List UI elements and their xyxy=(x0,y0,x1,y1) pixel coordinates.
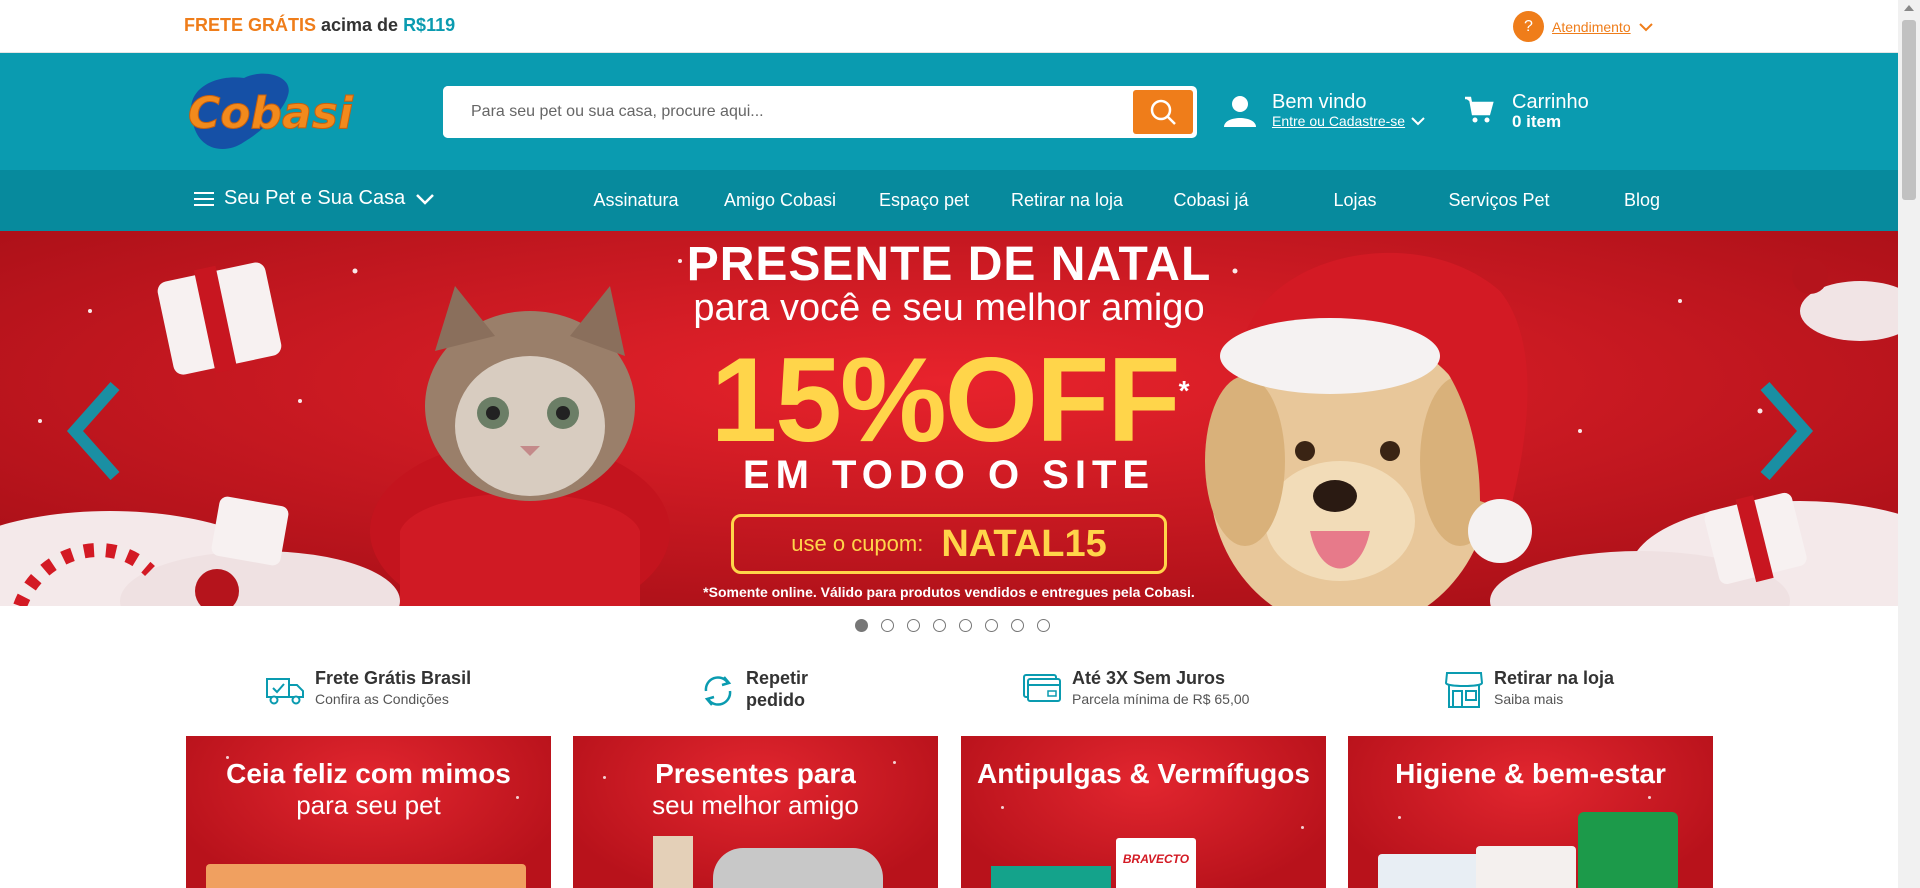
user-account[interactable]: Bem vindo Entre ou Cadastre-se xyxy=(1222,91,1425,129)
cart-title: Carrinho xyxy=(1512,91,1589,113)
carousel-dot-7[interactable] xyxy=(1011,619,1024,632)
scroll-up-icon[interactable] xyxy=(1904,5,1914,11)
chevron-down-icon xyxy=(416,193,435,205)
benefit-store-pickup[interactable]: Retirar na loja Saiba mais xyxy=(1444,667,1614,709)
product-image xyxy=(206,864,526,888)
search-bar xyxy=(443,86,1197,138)
login-link[interactable]: Entre ou Cadastre-se xyxy=(1272,113,1405,129)
product-image xyxy=(1476,846,1576,888)
nav-item-blog[interactable]: Blog xyxy=(1624,190,1660,211)
main-nav: Seu Pet e Sua Casa Assinatura Amigo Coba… xyxy=(0,170,1898,231)
product-image xyxy=(653,836,693,888)
carousel-dot-5[interactable] xyxy=(959,619,972,632)
card-title: Ceia feliz com mimos xyxy=(226,758,511,789)
help-icon: ? xyxy=(1513,11,1544,42)
cart-icon xyxy=(1465,96,1494,123)
carousel-dot-2[interactable] xyxy=(881,619,894,632)
menu-icon xyxy=(194,191,214,206)
hero-banner[interactable]: PRESENTE DE NATAL para você e seu melhor… xyxy=(0,231,1898,606)
banner-scope: EM TODO O SITE xyxy=(742,453,1156,497)
carousel-next-arrow-icon[interactable] xyxy=(1755,381,1815,481)
pet-bed-image xyxy=(713,848,883,888)
scrollbar-thumb[interactable] xyxy=(1902,20,1916,200)
benefit-title: Até 3X Sem Juros xyxy=(1072,668,1226,688)
support-link[interactable]: ? Atendimento xyxy=(1513,11,1653,42)
cobasi-logo[interactable]: Cobasi xyxy=(184,70,358,155)
benefit-repeat-order[interactable]: Repetir pedido xyxy=(700,667,808,711)
carousel-dot-8[interactable] xyxy=(1037,619,1050,632)
nav-item-espaco-pet[interactable]: Espaço pet xyxy=(879,190,969,211)
carousel-dot-6[interactable] xyxy=(985,619,998,632)
banner-title: PRESENTE DE NATAL xyxy=(686,238,1212,291)
nav-item-servicos-pet[interactable]: Serviços Pet xyxy=(1448,190,1549,211)
truck-icon xyxy=(266,678,304,705)
benefit-subtitle: Parcela mínima de R$ 65,00 xyxy=(1072,691,1250,707)
logo-text: Cobasi xyxy=(188,88,354,139)
banner-discount: 15%OFF* xyxy=(710,326,1190,467)
benefit-subtitle: Saiba mais xyxy=(1494,691,1564,707)
nav-item-retirar-na-loja[interactable]: Retirar na loja xyxy=(1011,190,1123,211)
chevron-down-icon xyxy=(1638,22,1653,31)
category-card-ceia[interactable]: Ceia feliz com mimos para seu pet xyxy=(186,736,551,888)
cart-count: 0 item xyxy=(1512,112,1562,131)
promo-free-shipping: FRETE GRÁTIS xyxy=(184,15,317,35)
benefit-title: Frete Grátis Brasil xyxy=(315,668,472,688)
nav-item-amigo-cobasi[interactable]: Amigo Cobasi xyxy=(724,190,836,211)
benefit-subtitle: pedido xyxy=(746,690,805,710)
benefit-title: Repetir xyxy=(746,668,809,688)
banner-asterisk: * xyxy=(1178,375,1190,406)
search-button[interactable] xyxy=(1133,90,1193,134)
page-scrollbar[interactable] xyxy=(1898,0,1920,888)
credit-card-icon xyxy=(1023,674,1061,702)
banner-discount-text: 15%OFF xyxy=(710,333,1180,467)
benefit-title: Retirar na loja xyxy=(1494,668,1615,688)
card-subtitle: seu melhor amigo xyxy=(652,790,859,820)
benefit-subtitle: Confira as Condições xyxy=(315,691,449,707)
product-image xyxy=(991,866,1111,888)
support-label[interactable]: Atendimento xyxy=(1552,19,1631,35)
carousel-dot-4[interactable] xyxy=(933,619,946,632)
benefit-free-shipping[interactable]: Frete Grátis Brasil Confira as Condições xyxy=(265,667,471,709)
coupon-label: use o cupom: xyxy=(791,531,924,556)
search-input[interactable] xyxy=(443,86,1133,138)
category-menu-label: Seu Pet e Sua Casa xyxy=(224,187,406,209)
banner-subtitle: para você e seu melhor amigo xyxy=(693,287,1205,329)
user-icon xyxy=(1224,96,1256,127)
category-card-higiene[interactable]: Higiene & bem-estar xyxy=(1348,736,1713,888)
product-image: BRAVECTO xyxy=(1116,838,1196,888)
coupon-code: NATAL15 xyxy=(941,522,1107,565)
category-menu[interactable]: Seu Pet e Sua Casa xyxy=(194,187,435,210)
header: Cobasi Bem vindo Entre ou Cadastre-se Ca… xyxy=(0,53,1898,170)
carousel-dots xyxy=(855,619,1050,632)
card-title: Antipulgas & Vermífugos xyxy=(977,758,1310,789)
card-title: Higiene & bem-estar xyxy=(1395,758,1666,789)
top-bar: FRETE GRÁTIS acima de R$119 ? Atendiment… xyxy=(0,0,1898,53)
nav-item-cobasi-ja[interactable]: Cobasi já xyxy=(1173,190,1248,211)
card-subtitle: para seu pet xyxy=(296,790,441,820)
product-image xyxy=(1578,812,1678,888)
coupon-box: use o cupom: NATAL15 xyxy=(731,514,1167,574)
promo-threshold: R$119 xyxy=(403,15,456,35)
store-icon xyxy=(1444,672,1484,708)
benefit-installments[interactable]: Até 3X Sem Juros Parcela mínima de R$ 65… xyxy=(1022,667,1249,709)
cart[interactable]: Carrinho 0 item xyxy=(1464,91,1589,131)
carousel-prev-arrow-icon[interactable] xyxy=(65,381,125,481)
carousel-dot-3[interactable] xyxy=(907,619,920,632)
card-title: Presentes para xyxy=(655,758,856,789)
search-icon xyxy=(1150,99,1176,125)
nav-item-lojas[interactable]: Lojas xyxy=(1333,190,1376,211)
free-shipping-promo: FRETE GRÁTIS acima de R$119 xyxy=(184,15,455,36)
banner-fine-print: *Somente online. Válido para produtos ve… xyxy=(703,584,1195,600)
category-card-antipulgas[interactable]: Antipulgas & Vermífugos BRAVECTO xyxy=(961,736,1326,888)
user-greeting: Bem vindo xyxy=(1272,91,1367,113)
nav-item-assinatura[interactable]: Assinatura xyxy=(593,190,678,211)
category-card-presentes[interactable]: Presentes para seu melhor amigo xyxy=(573,736,938,888)
repeat-icon xyxy=(704,676,732,706)
carousel-dot-1[interactable] xyxy=(855,619,868,632)
product-brand: BRAVECTO xyxy=(1122,852,1190,866)
chevron-down-icon xyxy=(1411,117,1425,126)
promo-above: acima de xyxy=(316,15,404,35)
